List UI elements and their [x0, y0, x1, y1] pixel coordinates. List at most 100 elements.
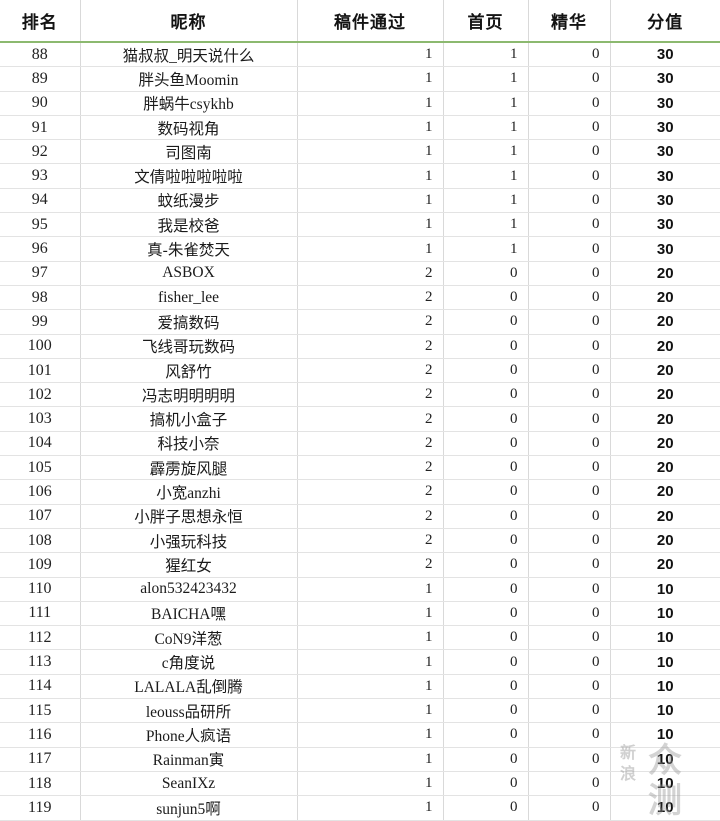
cell-homepage: 0 — [443, 747, 529, 772]
cell-homepage: 0 — [443, 698, 529, 724]
table-row[interactable]: 114 LALALA乱倒腾 1 0 0 10 — [0, 674, 720, 700]
cell-homepage: 0 — [443, 285, 529, 311]
cell-nickname: 猩红女 — [80, 552, 298, 578]
cell-featured: 0 — [528, 455, 611, 481]
column-header-score[interactable]: 分值 — [610, 0, 720, 43]
cell-nickname: Rainman寅 — [80, 747, 298, 772]
table-row[interactable]: 89 胖头鱼Moomin 1 1 0 30 — [0, 66, 720, 92]
cell-featured: 0 — [528, 698, 611, 724]
table-row[interactable]: 93 文倩啦啦啦啦啦 1 1 0 30 — [0, 163, 720, 189]
table-row[interactable]: 96 真-朱雀焚天 1 1 0 30 — [0, 236, 720, 262]
table-row[interactable]: 103 搞机小盒子 2 0 0 20 — [0, 406, 720, 432]
cell-homepage: 0 — [443, 431, 529, 457]
cell-nickname: 冯志明明明明 — [80, 382, 298, 408]
cell-homepage: 0 — [443, 334, 529, 359]
cell-nickname: LALALA乱倒腾 — [80, 674, 298, 700]
table-header: 排名 昵称 稿件通过 首页 精华 分值 — [0, 0, 720, 43]
table-row[interactable]: 91 数码视角 1 1 0 30 — [0, 115, 720, 141]
cell-rank: 95 — [0, 212, 81, 238]
cell-featured: 0 — [528, 722, 611, 748]
table-row[interactable]: 110 alon532423432 1 0 0 10 — [0, 577, 720, 602]
table-row[interactable]: 108 小强玩科技 2 0 0 20 — [0, 528, 720, 554]
cell-homepage: 1 — [443, 212, 529, 238]
cell-homepage: 1 — [443, 115, 529, 141]
cell-rank: 103 — [0, 406, 81, 432]
cell-homepage: 0 — [443, 261, 529, 286]
table-row[interactable]: 100 飞线哥玩数码 2 0 0 20 — [0, 334, 720, 359]
cell-homepage: 0 — [443, 455, 529, 481]
cell-submissions-passed: 1 — [297, 795, 444, 821]
cell-nickname: 搞机小盒子 — [80, 406, 298, 432]
cell-nickname: 飞线哥玩数码 — [80, 334, 298, 359]
column-header-featured[interactable]: 精华 — [528, 0, 611, 43]
cell-nickname: 风舒竹 — [80, 358, 298, 384]
cell-score: 30 — [610, 188, 720, 214]
cell-score: 10 — [610, 771, 720, 797]
table-row[interactable]: 88 猫叔叔_明天说什么 1 1 0 30 — [0, 42, 720, 68]
table-row[interactable]: 116 Phone人疯语 1 0 0 10 — [0, 722, 720, 748]
cell-submissions-passed: 1 — [297, 163, 444, 189]
cell-featured: 0 — [528, 625, 611, 651]
cell-nickname: 小强玩科技 — [80, 528, 298, 554]
table-row[interactable]: 99 爱搞数码 2 0 0 20 — [0, 309, 720, 335]
cell-rank: 97 — [0, 261, 81, 286]
cell-submissions-passed: 1 — [297, 674, 444, 700]
cell-nickname: 数码视角 — [80, 115, 298, 141]
table-row[interactable]: 119 sunjun5啊 1 0 0 10 — [0, 795, 720, 821]
cell-nickname: SeanIXz — [80, 771, 298, 797]
cell-nickname: c角度说 — [80, 649, 298, 675]
column-header-submissions-passed[interactable]: 稿件通过 — [297, 0, 444, 43]
table-row[interactable]: 113 c角度说 1 0 0 10 — [0, 649, 720, 675]
table-row[interactable]: 117 Rainman寅 1 0 0 10 — [0, 747, 720, 772]
table-row[interactable]: 105 霹雳旋风腿 2 0 0 20 — [0, 455, 720, 481]
cell-nickname: 霹雳旋风腿 — [80, 455, 298, 481]
table-row[interactable]: 92 司图南 1 1 0 30 — [0, 139, 720, 165]
table-row[interactable]: 90 胖蜗牛csykhb 1 1 0 30 — [0, 91, 720, 116]
table-row[interactable]: 118 SeanIXz 1 0 0 10 — [0, 771, 720, 797]
cell-score: 20 — [610, 334, 720, 359]
table-row[interactable]: 106 小宽anzhi 2 0 0 20 — [0, 479, 720, 505]
table-row[interactable]: 98 fisher_lee 2 0 0 20 — [0, 285, 720, 311]
cell-homepage: 0 — [443, 528, 529, 554]
cell-featured: 0 — [528, 771, 611, 797]
cell-nickname: 我是校爸 — [80, 212, 298, 238]
cell-featured: 0 — [528, 163, 611, 189]
table-row[interactable]: 107 小胖子思想永恒 2 0 0 20 — [0, 504, 720, 529]
cell-homepage: 0 — [443, 771, 529, 797]
cell-rank: 115 — [0, 698, 81, 724]
table-row[interactable]: 104 科技小奈 2 0 0 20 — [0, 431, 720, 457]
cell-homepage: 1 — [443, 236, 529, 262]
table-row[interactable]: 109 猩红女 2 0 0 20 — [0, 552, 720, 578]
table-row[interactable]: 102 冯志明明明明 2 0 0 20 — [0, 382, 720, 408]
table-row[interactable]: 115 leouss品研所 1 0 0 10 — [0, 698, 720, 724]
cell-score: 10 — [610, 625, 720, 651]
cell-homepage: 0 — [443, 382, 529, 408]
cell-score: 10 — [610, 722, 720, 748]
cell-rank: 101 — [0, 358, 81, 384]
cell-score: 10 — [610, 649, 720, 675]
table-row[interactable]: 95 我是校爸 1 1 0 30 — [0, 212, 720, 238]
table-row[interactable]: 97 ASBOX 2 0 0 20 — [0, 261, 720, 286]
cell-homepage: 0 — [443, 552, 529, 578]
column-header-homepage[interactable]: 首页 — [443, 0, 529, 43]
cell-homepage: 0 — [443, 358, 529, 384]
cell-rank: 98 — [0, 285, 81, 311]
cell-nickname: sunjun5啊 — [80, 795, 298, 821]
cell-nickname: CoN9洋葱 — [80, 625, 298, 651]
cell-rank: 104 — [0, 431, 81, 457]
cell-rank: 108 — [0, 528, 81, 554]
cell-rank: 90 — [0, 91, 81, 116]
cell-score: 20 — [610, 552, 720, 578]
table-row[interactable]: 112 CoN9洋葱 1 0 0 10 — [0, 625, 720, 651]
cell-score: 30 — [610, 139, 720, 165]
cell-rank: 96 — [0, 236, 81, 262]
table-row[interactable]: 101 风舒竹 2 0 0 20 — [0, 358, 720, 384]
cell-submissions-passed: 1 — [297, 747, 444, 772]
column-header-rank[interactable]: 排名 — [0, 0, 81, 43]
table-row[interactable]: 111 BAICHA嘿 1 0 0 10 — [0, 601, 720, 627]
column-header-nickname[interactable]: 昵称 — [80, 0, 298, 43]
table-row[interactable]: 94 蚊纸漫步 1 1 0 30 — [0, 188, 720, 214]
cell-score: 20 — [610, 261, 720, 286]
cell-submissions-passed: 2 — [297, 406, 444, 432]
cell-submissions-passed: 1 — [297, 722, 444, 748]
